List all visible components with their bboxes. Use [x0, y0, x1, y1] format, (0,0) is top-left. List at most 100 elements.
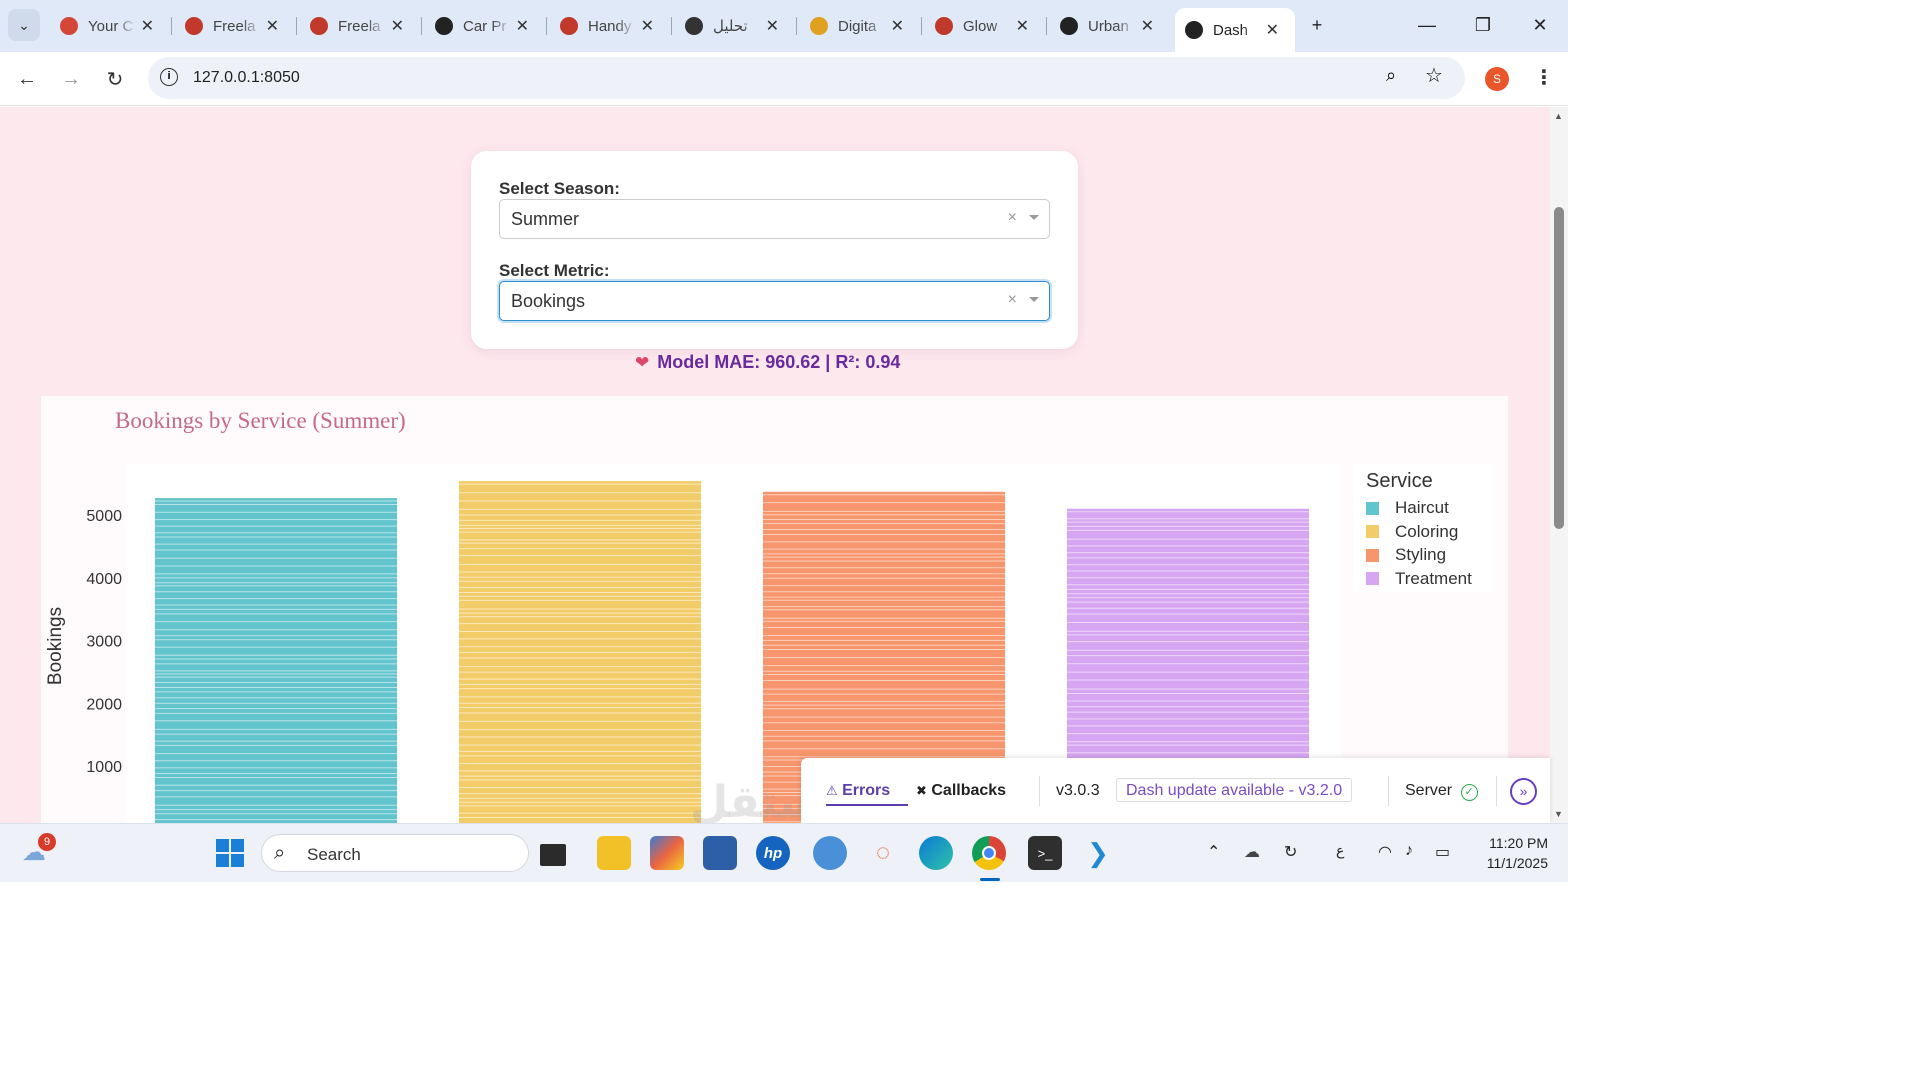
page-scrollbar[interactable]: ▲ ▼ — [1550, 107, 1568, 823]
tab-separator — [296, 17, 297, 35]
browser-tab[interactable]: Your C ✕ — [50, 8, 172, 44]
legend-item[interactable]: Styling — [1366, 545, 1446, 565]
scrollbar-thumb[interactable] — [1554, 207, 1564, 529]
hp-icon[interactable]: hp — [756, 836, 790, 870]
legend-item[interactable]: Coloring — [1366, 522, 1458, 542]
caret-down-icon[interactable] — [1029, 297, 1039, 302]
vscode-icon[interactable]: ❯ — [1081, 836, 1115, 870]
browser-tab[interactable]: تحليل ✕ — [675, 8, 797, 44]
close-tab-icon[interactable]: ✕ — [141, 16, 154, 36]
bar-haircut[interactable] — [155, 498, 397, 823]
browser-tab[interactable]: Urban ✕ — [1050, 8, 1170, 44]
check-circle-icon: ✓ — [1460, 784, 1478, 801]
model-metrics: ❤ Model MAE: 960.62 | R²: 0.94 — [635, 352, 900, 373]
file-explorer-icon[interactable] — [597, 836, 631, 870]
jupyter-icon[interactable]: ◌ — [866, 836, 900, 870]
windows-start-icon[interactable] — [213, 836, 247, 870]
legend-item[interactable]: Haircut — [1366, 498, 1449, 518]
address-bar[interactable]: i 127.0.0.1:8050 ⌕ ☆ — [148, 57, 1465, 99]
errors-tab[interactable]: ⚠ Errors — [826, 782, 890, 800]
new-tab-button[interactable]: + — [1302, 10, 1332, 40]
openai-icon — [685, 17, 703, 35]
scroll-up-icon[interactable]: ▲ — [1554, 111, 1563, 121]
volume-icon[interactable]: ♪ — [1405, 842, 1413, 860]
close-tab-icon[interactable]: ✕ — [1266, 20, 1279, 40]
freelancer-icon — [185, 17, 203, 35]
gmail-icon — [60, 17, 78, 35]
edge-icon[interactable] — [919, 836, 953, 870]
store-icon[interactable] — [703, 836, 737, 870]
app-icon[interactable] — [813, 836, 847, 870]
close-tab-icon[interactable]: ✕ — [766, 16, 779, 36]
taskbar-search[interactable]: ⌕ Search — [261, 834, 529, 872]
expand-debug-button[interactable]: » — [1510, 778, 1537, 805]
tray-overflow-icon[interactable]: ⌃ — [1207, 842, 1220, 862]
terminal-icon[interactable]: >_ — [1028, 836, 1062, 870]
callbacks-tab[interactable]: ✖ Callbacks — [916, 782, 1006, 800]
scroll-down-icon[interactable]: ▼ — [1554, 809, 1563, 819]
legend-item[interactable]: Treatment — [1366, 569, 1472, 589]
browser-tab[interactable]: Handy ✕ — [550, 8, 672, 44]
dash-debug-bar: ⚠ Errors ✖ Callbacks v3.0.3 Dash update … — [801, 758, 1550, 823]
task-view-icon[interactable] — [540, 844, 566, 866]
control-card: Select Season: Summer × Select Metric: B… — [471, 151, 1078, 349]
browser-tab[interactable]: Digita ✕ — [800, 8, 922, 44]
copilot-icon[interactable] — [650, 836, 684, 870]
active-app-indicator — [980, 878, 1000, 881]
tab-title: Glow — [963, 17, 998, 35]
forward-button[interactable]: → — [56, 64, 86, 94]
browser-menu-icon[interactable]: ⋮ — [1534, 65, 1554, 90]
restore-button[interactable]: ❐ — [1468, 10, 1498, 40]
browser-tab-strip: ⌄ Your C ✕ Freela ✕ Freela ✕ Car Pr ✕ Handy ✕ تحلي… — [0, 0, 1568, 52]
update-badge[interactable]: Dash update available - v3.2.0 — [1116, 778, 1353, 802]
tab-title: Digita — [838, 17, 877, 35]
chrome-icon[interactable] — [972, 836, 1006, 870]
zoom-icon[interactable]: ⌕ — [1386, 65, 1396, 86]
arrow-right-icon: → — [61, 67, 81, 90]
reload-icon: ↻ — [106, 68, 124, 91]
legend-label: Treatment — [1395, 568, 1472, 588]
language-indicator[interactable]: ع — [1336, 842, 1344, 859]
chart-legend: Service Haircut Coloring Styling Treatment — [1353, 464, 1493, 592]
clock-time[interactable]: 11:20 PM — [1478, 835, 1548, 851]
browser-tab[interactable]: Freela ✕ — [300, 8, 422, 44]
reload-button[interactable]: ↻ — [100, 64, 130, 94]
caret-down-icon[interactable] — [1029, 215, 1039, 220]
close-tab-icon[interactable]: ✕ — [1016, 16, 1029, 36]
close-tab-icon[interactable]: ✕ — [891, 16, 904, 36]
dash-version: v3.0.3 — [1056, 782, 1100, 799]
windows-logo-icon — [216, 839, 244, 867]
tab-title: Freela — [338, 17, 381, 35]
search-placeholder: Search — [307, 845, 361, 864]
minimize-button[interactable]: — — [1412, 10, 1442, 40]
clear-icon[interactable]: × — [1008, 209, 1017, 227]
browser-tab[interactable]: Dash ✕ — [1175, 8, 1295, 52]
close-tab-icon[interactable]: ✕ — [266, 16, 279, 36]
onedrive-offline-icon[interactable]: ☁ — [1244, 842, 1260, 862]
tab-separator — [546, 17, 547, 35]
freelancer-icon — [560, 17, 578, 35]
sync-icon[interactable]: ↻ — [1284, 842, 1297, 862]
clock-date[interactable]: 11/1/2025 — [1475, 855, 1548, 871]
close-tab-icon[interactable]: ✕ — [1141, 16, 1154, 36]
freelancer-icon — [310, 17, 328, 35]
site-info-icon[interactable]: i — [160, 68, 178, 86]
metric-dropdown[interactable]: Bookings × — [499, 281, 1050, 321]
back-button[interactable]: ← — [12, 64, 42, 94]
battery-icon[interactable]: ▭ — [1435, 842, 1450, 862]
season-dropdown[interactable]: Summer × — [499, 199, 1050, 239]
close-tab-icon[interactable]: ✕ — [516, 16, 529, 36]
bookmark-star-icon[interactable]: ☆ — [1425, 63, 1443, 88]
url-text[interactable]: 127.0.0.1:8050 — [193, 69, 300, 87]
tab-title: Your C — [88, 17, 134, 35]
profile-avatar[interactable]: S — [1485, 67, 1509, 91]
close-tab-icon[interactable]: ✕ — [391, 16, 404, 36]
close-tab-icon[interactable]: ✕ — [641, 16, 654, 36]
wifi-icon[interactable]: ◠ — [1378, 842, 1392, 862]
browser-tab[interactable]: Car Pr ✕ — [425, 8, 547, 44]
tab-search-button[interactable]: ⌄ — [8, 9, 40, 41]
browser-tab[interactable]: Freela ✕ — [175, 8, 297, 44]
close-window-button[interactable]: ✕ — [1525, 10, 1555, 40]
browser-tab[interactable]: Glow ✕ — [925, 8, 1047, 44]
clear-icon[interactable]: × — [1008, 291, 1017, 309]
